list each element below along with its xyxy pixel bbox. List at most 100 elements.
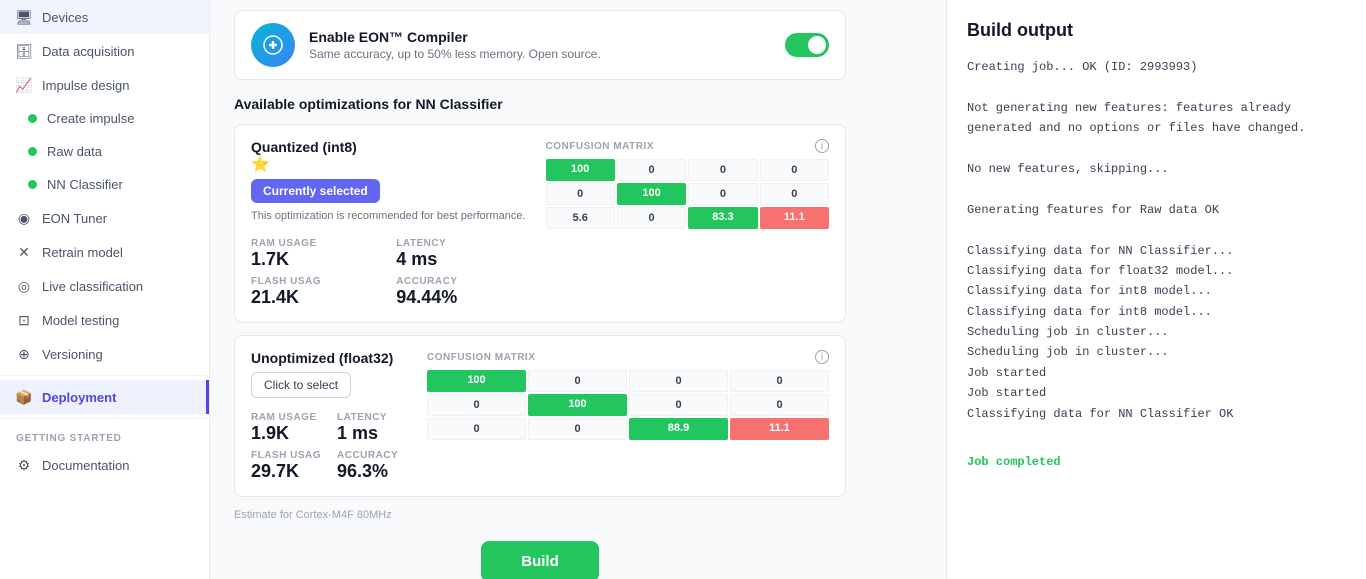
opt-desc-quantized: This optimization is recommended for bes… (251, 209, 526, 224)
currently-selected-button[interactable]: Currently selected (251, 179, 380, 203)
eon-compiler-icon (251, 23, 295, 67)
right-panel: Build output Creating job... OK (ID: 299… (946, 0, 1366, 579)
click-to-select-button[interactable]: Click to select (251, 372, 351, 398)
confusion-header-2: CONFUSION MATRIX i (427, 350, 829, 364)
sidebar-label-deployment: Deployment (42, 390, 116, 405)
cm-cell-2-1-2: 0 (629, 394, 728, 416)
sidebar-item-data-acquisition[interactable]: 🗄 Data acquisition (0, 34, 209, 68)
sidebar-item-retrain-model[interactable]: ✕ Retrain model (0, 235, 209, 269)
estimate-text: Estimate for Cortex-M4F 80MHz (234, 509, 846, 521)
flash-usage-label-1: FLASH USAG (251, 276, 380, 287)
confusion-info-icon-1[interactable]: i (815, 139, 829, 153)
confusion-matrix-label-2: CONFUSION MATRIX (427, 352, 535, 363)
getting-started-section: GETTING STARTED (0, 423, 209, 448)
status-dot-create-impulse (28, 114, 37, 123)
model-testing-icon: ⊡ (16, 312, 32, 328)
accuracy-value-1: 94.44% (396, 287, 525, 308)
eon-title: Enable EON™ Compiler (309, 29, 771, 45)
confusion-matrix-label-1: CONFUSION MATRIX (546, 141, 654, 152)
build-output-content: Creating job... OK (ID: 2993993) Not gen… (967, 57, 1346, 473)
sidebar-item-model-testing[interactable]: ⊡ Model testing (0, 303, 209, 337)
opt-star-quantized: ⭐ (251, 155, 526, 173)
sidebar-label-eon-tuner: EON Tuner (42, 211, 107, 226)
sidebar-item-live-classification[interactable]: ◎ Live classification (0, 269, 209, 303)
accuracy-label-1: ACCURACY (396, 276, 525, 287)
opt-name-quantized: Quantized (int8) (251, 139, 526, 155)
live-class-icon: ◎ (16, 278, 32, 294)
latency-value-1: 4 ms (396, 249, 525, 270)
main-content: Enable EON™ Compiler Same accuracy, up t… (210, 0, 946, 579)
build-button[interactable]: Build (481, 541, 599, 579)
cm-cell-2-1-3: 0 (730, 394, 829, 416)
sidebar-label-model-testing: Model testing (42, 313, 119, 328)
build-line-5: No new features, skipping... (967, 159, 1346, 179)
sidebar-item-nn-classifier[interactable]: NN Classifier (0, 168, 209, 201)
ram-usage-value-2: 1.9K (251, 423, 321, 444)
flash-usage-value-1: 21.4K (251, 287, 380, 308)
sidebar-item-impulse-design[interactable]: 📈 Impulse design (0, 68, 209, 102)
latency-value-2: 1 ms (337, 423, 407, 444)
cm-cell-2-2-3: 11.1 (730, 418, 829, 440)
cm-cell-1-2-1: 0 (617, 207, 686, 229)
confusion-section-2: CONFUSION MATRIX i 100 0 0 0 0 100 0 0 0… (427, 350, 829, 440)
optimization-card-quantized: Quantized (int8) ⭐ Currently selected Th… (234, 124, 846, 323)
sidebar-item-raw-data[interactable]: Raw data (0, 135, 209, 168)
cm-cell-1-0-1: 0 (617, 159, 686, 181)
sidebar-label-create-impulse: Create impulse (47, 111, 134, 126)
sidebar-label-retrain-model: Retrain model (42, 245, 123, 260)
eon-tuner-icon: ◉ (16, 210, 32, 226)
sidebar-item-documentation[interactable]: ⚙ Documentation (0, 448, 209, 482)
cm-cell-1-0-2: 0 (688, 159, 757, 181)
toggle-slider (785, 33, 829, 57)
build-line-9: Classifying data for float32 model... (967, 261, 1346, 281)
ram-usage-label-1: RAM USAGE (251, 238, 380, 249)
build-line-16: Classifying data for NN Classifier OK (967, 404, 1346, 424)
opt-left-unoptimized: Unoptimized (float32) Click to select RA… (251, 350, 407, 482)
opt-name-unoptimized: Unoptimized (float32) (251, 350, 407, 366)
flash-usage-value-2: 29.7K (251, 461, 321, 482)
build-line-10: Classifying data for int8 model... (967, 281, 1346, 301)
cm-cell-2-0-2: 0 (629, 370, 728, 392)
cm-cell-1-1-3: 0 (760, 183, 829, 205)
build-line-3: Not generating new features: features al… (967, 98, 1346, 139)
devices-icon: 🖥 (16, 9, 32, 25)
cm-cell-1-0-0: 100 (546, 159, 615, 181)
documentation-icon: ⚙ (16, 457, 32, 473)
sidebar-item-devices[interactable]: 🖥 Devices (0, 0, 209, 34)
chart-icon: 📈 (16, 77, 32, 93)
cm-cell-2-0-3: 0 (730, 370, 829, 392)
confusion-grid-2: 100 0 0 0 0 100 0 0 0 0 88.9 11.1 (427, 370, 829, 440)
confusion-grid-1: 100 0 0 0 0 100 0 0 5.6 0 83.3 11.1 (546, 159, 829, 229)
sidebar-item-versioning[interactable]: ⊕ Versioning (0, 337, 209, 371)
eon-svg (261, 33, 285, 57)
eon-compiler-text: Enable EON™ Compiler Same accuracy, up t… (309, 29, 771, 61)
sidebar-label-impulse-design: Impulse design (42, 78, 129, 93)
sidebar-label-data-acquisition: Data acquisition (42, 44, 135, 59)
cm-cell-1-1-2: 0 (688, 183, 757, 205)
build-button-wrapper: Build (234, 541, 846, 579)
sidebar-item-eon-tuner[interactable]: ◉ EON Tuner (0, 201, 209, 235)
cm-cell-2-1-0: 0 (427, 394, 526, 416)
latency-label-1: LATENCY (396, 238, 525, 249)
eon-compiler-banner: Enable EON™ Compiler Same accuracy, up t… (234, 10, 846, 80)
confusion-header-1: CONFUSION MATRIX i (546, 139, 829, 153)
sidebar-label-versioning: Versioning (42, 347, 103, 362)
ram-usage-value-1: 1.7K (251, 249, 380, 270)
confusion-info-icon-2[interactable]: i (815, 350, 829, 364)
section-title: Available optimizations for NN Classifie… (234, 96, 846, 112)
build-line-13: Scheduling job in cluster... (967, 342, 1346, 362)
cm-cell-1-2-0: 5.6 (546, 207, 615, 229)
build-line-7: Generating features for Raw data OK (967, 200, 1346, 220)
cm-cell-1-2-2: 83.3 (688, 207, 757, 229)
flash-usage-label-2: FLASH USAG (251, 450, 321, 461)
sidebar-label-raw-data: Raw data (47, 144, 102, 159)
accuracy-label-2: ACCURACY (337, 450, 407, 461)
deployment-icon: 📦 (16, 389, 32, 405)
accuracy-value-2: 96.3% (337, 461, 407, 482)
eon-compiler-toggle[interactable] (785, 33, 829, 57)
sidebar-item-deployment[interactable]: 📦 Deployment (0, 380, 209, 414)
opt-body-unoptimized: Unoptimized (float32) Click to select RA… (251, 350, 829, 482)
retrain-icon: ✕ (16, 244, 32, 260)
sidebar-item-create-impulse[interactable]: Create impulse (0, 102, 209, 135)
eon-subtitle: Same accuracy, up to 50% less memory. Op… (309, 47, 771, 61)
